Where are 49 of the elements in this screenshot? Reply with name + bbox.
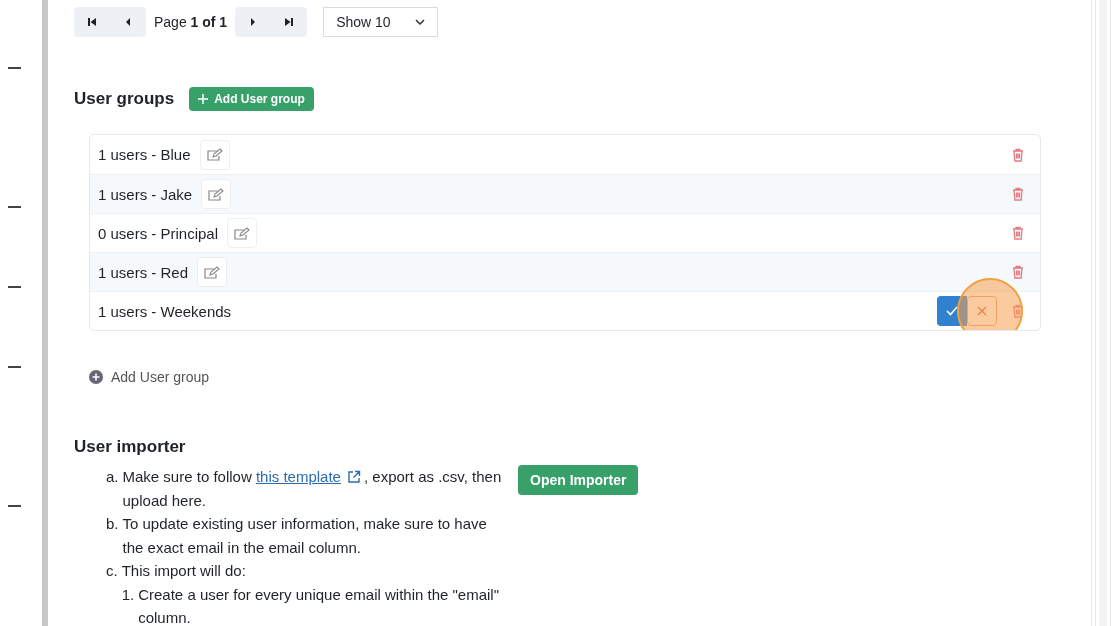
list-marker: b. — [106, 514, 119, 534]
plus-circle-icon — [89, 370, 103, 384]
template-link[interactable]: this template — [255, 468, 341, 485]
last-page-icon — [284, 17, 295, 27]
page-size-select[interactable]: Show 10 — [323, 7, 439, 37]
cancel-button[interactable] — [967, 296, 997, 326]
group-label: 1 users - Blue — [98, 146, 191, 163]
group-label: 1 users - Weekends — [98, 302, 232, 320]
trash-icon[interactable] — [1012, 304, 1024, 318]
chevron-down-icon — [415, 19, 426, 25]
edit-button[interactable] — [197, 257, 228, 287]
edit-icon — [234, 226, 251, 240]
group-label: 0 users - Principal — [98, 224, 219, 242]
edit-button[interactable] — [201, 179, 232, 209]
first-page-icon — [87, 17, 97, 27]
section-heading: User importer — [74, 437, 187, 457]
section-heading: User groups — [74, 89, 175, 109]
open-importer-button[interactable]: Open Importer — [518, 465, 639, 495]
step-text: This import will do: — [121, 562, 246, 579]
trash-icon[interactable] — [1012, 147, 1024, 162]
group-label: 1 users - Jake — [98, 185, 193, 203]
first-page-button[interactable] — [74, 7, 110, 37]
step-text: Make sure to follow this template , export as .csv, then upload here. — [122, 468, 502, 509]
confirm-button[interactable] — [937, 296, 967, 326]
edit-button[interactable] — [199, 139, 230, 170]
list-marker: 1. — [121, 584, 135, 605]
check-icon — [946, 306, 958, 316]
external-link-icon[interactable] — [346, 470, 361, 484]
step-text: To update existing user information, make sure to have the exact email in the email column. — [122, 515, 487, 556]
trash-icon[interactable] — [1012, 265, 1024, 279]
page-indicator: Page 1 of 1 — [153, 14, 229, 30]
edit-icon — [206, 148, 223, 161]
next-icon — [250, 17, 257, 27]
edit-button[interactable] — [227, 218, 258, 248]
group-label: 1 users - Red — [98, 263, 189, 281]
previous-icon — [125, 17, 131, 27]
add-user-group-link[interactable]: Add User group — [89, 369, 210, 385]
close-icon — [977, 306, 987, 316]
trash-icon[interactable] — [1012, 226, 1024, 240]
step-text: Create a user for every unique email within the "email" column. — [138, 585, 499, 626]
click-highlight — [957, 278, 1023, 330]
edit-icon — [204, 265, 221, 279]
edit-icon — [208, 187, 225, 201]
trash-icon[interactable] — [1012, 187, 1024, 201]
list-marker: c. — [106, 561, 118, 581]
add-user-group-button[interactable]: Add User group — [189, 87, 314, 111]
plus-icon — [198, 94, 209, 104]
last-page-button[interactable] — [271, 7, 308, 37]
list-marker: a. — [106, 467, 119, 487]
